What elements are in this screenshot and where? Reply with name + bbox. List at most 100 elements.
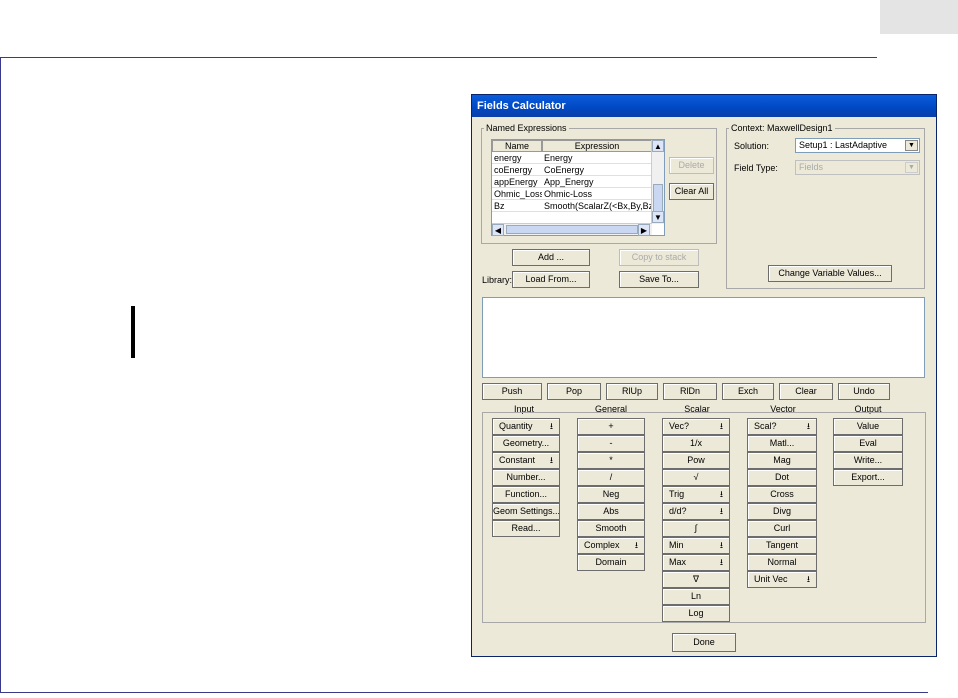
divide-button[interactable]: / (577, 469, 645, 486)
unit-vec-label: Unit Vec (754, 574, 788, 584)
vec-dropdown-button[interactable]: Vec? ⭳ (662, 418, 730, 435)
unit-vec-dropdown-button[interactable]: Unit Vec ⭳ (747, 571, 817, 588)
domain-button[interactable]: Domain (577, 554, 645, 571)
add-button[interactable]: Add ... (512, 249, 590, 266)
table-row[interactable]: Ohmic_Loss Ohmic-Loss (492, 188, 652, 200)
field-type-label: Field Type: (734, 163, 778, 173)
tangent-button[interactable]: Tangent (747, 537, 817, 554)
clear-button[interactable]: Clear (779, 383, 833, 400)
matl-button[interactable]: Matl... (747, 435, 817, 452)
write-button[interactable]: Write... (833, 452, 903, 469)
context-legend: Context: MaxwellDesign1 (731, 123, 833, 133)
read-button[interactable]: Read... (492, 520, 560, 537)
ln-button[interactable]: Ln (662, 588, 730, 605)
trig-dropdown-button[interactable]: Trig ⭳ (662, 486, 730, 503)
cross-button[interactable]: Cross (747, 486, 817, 503)
abs-button[interactable]: Abs (577, 503, 645, 520)
dot-button[interactable]: Dot (747, 469, 817, 486)
value-button[interactable]: Value (833, 418, 903, 435)
named-expressions-table[interactable]: Name Expression energy Energy coEnergy C… (491, 139, 665, 236)
constant-label: Constant (499, 455, 536, 465)
function-button[interactable]: Function... (492, 486, 560, 503)
curl-button[interactable]: Curl (747, 520, 817, 537)
chevron-down-icon[interactable]: ▼ (905, 140, 918, 151)
trig-label: Trig (669, 489, 685, 499)
eval-button[interactable]: Eval (833, 435, 903, 452)
table-vertical-scrollbar[interactable]: ▲ ▼ (651, 140, 664, 224)
down-arrow-icon: ⭳ (634, 540, 638, 550)
field-type-select[interactable]: Fields ▼ (795, 160, 920, 175)
neg-button[interactable]: Neg (577, 486, 645, 503)
pow-button[interactable]: Pow (662, 452, 730, 469)
change-variable-values-button[interactable]: Change Variable Values... (768, 265, 892, 282)
text-cursor (131, 306, 135, 358)
exchange-button[interactable]: Exch (722, 383, 774, 400)
gradient-button[interactable]: ∇ (662, 571, 730, 588)
sqrt-button[interactable]: √ (662, 469, 730, 486)
scroll-up-icon[interactable]: ▲ (652, 140, 664, 152)
save-to-button[interactable]: Save To... (619, 271, 699, 288)
library-label: Library: (482, 275, 513, 285)
max-dropdown-button[interactable]: Max ⭳ (662, 554, 730, 571)
row-expression: CoEnergy (544, 165, 585, 175)
chevron-down-icon[interactable]: ▼ (905, 162, 918, 173)
integral-button[interactable]: ∫ (662, 520, 730, 537)
scal-dropdown-button[interactable]: Scal? ⭳ (747, 418, 817, 435)
divg-button[interactable]: Divg (747, 503, 817, 520)
column-header-expression[interactable]: Expression (542, 140, 652, 152)
rolldown-button[interactable]: RlDn (663, 383, 717, 400)
normal-button[interactable]: Normal (747, 554, 817, 571)
down-arrow-icon: ⭳ (719, 489, 723, 499)
quantity-dropdown-button[interactable]: Quantity ⭳ (492, 418, 560, 435)
table-row[interactable]: coEnergy CoEnergy (492, 164, 652, 176)
scroll-down-icon[interactable]: ▼ (652, 211, 664, 223)
reciprocal-button[interactable]: 1/x (662, 435, 730, 452)
clear-all-button[interactable]: Clear All (669, 183, 714, 200)
down-arrow-icon: ⭳ (549, 455, 553, 465)
smooth-button[interactable]: Smooth (577, 520, 645, 537)
table-row[interactable]: appEnergy App_Energy (492, 176, 652, 188)
table-row[interactable]: Bz Smooth(ScalarZ(<Bx,By,Bz>)) (492, 200, 652, 212)
number-button[interactable]: Number... (492, 469, 560, 486)
scroll-right-icon[interactable]: ▶ (638, 224, 650, 236)
scroll-thumb[interactable] (653, 184, 663, 212)
push-button[interactable]: Push (482, 383, 542, 400)
dialog-titlebar[interactable]: Fields Calculator (472, 95, 936, 117)
fields-calculator-dialog: Fields Calculator Named Expressions Name… (471, 94, 937, 657)
load-from-button[interactable]: Load From... (512, 271, 590, 288)
column-header-name[interactable]: Name (492, 140, 542, 152)
plus-button[interactable]: + (577, 418, 645, 435)
constant-dropdown-button[interactable]: Constant ⭳ (492, 452, 560, 469)
calculator-stack-display[interactable] (482, 297, 925, 378)
multiply-button[interactable]: * (577, 452, 645, 469)
done-button[interactable]: Done (672, 633, 736, 652)
derivative-dropdown-button[interactable]: d/d? ⭳ (662, 503, 730, 520)
row-name: Ohmic_Loss (494, 189, 542, 199)
minus-button[interactable]: - (577, 435, 645, 452)
mag-button[interactable]: Mag (747, 452, 817, 469)
copy-to-stack-button[interactable]: Copy to stack (619, 249, 699, 266)
geometry-button[interactable]: Geometry... (492, 435, 560, 452)
field-type-value: Fields (799, 162, 824, 172)
log-button[interactable]: Log (662, 605, 730, 622)
pop-button[interactable]: Pop (547, 383, 601, 400)
export-button[interactable]: Export... (833, 469, 903, 486)
solution-value: Setup1 : LastAdaptive (799, 140, 888, 150)
rollup-button[interactable]: RlUp (606, 383, 658, 400)
table-horizontal-scrollbar[interactable]: ◀ ▶ (492, 223, 652, 236)
undo-button[interactable]: Undo (838, 383, 890, 400)
geom-settings-button[interactable]: Geom Settings... (492, 503, 560, 520)
down-arrow-icon: ⭳ (719, 506, 723, 516)
down-arrow-icon: ⭳ (719, 421, 723, 431)
scroll-left-icon[interactable]: ◀ (492, 224, 504, 236)
slide-top-rule (0, 57, 877, 58)
solution-select[interactable]: Setup1 : LastAdaptive ▼ (795, 138, 920, 153)
min-dropdown-button[interactable]: Min ⭳ (662, 537, 730, 554)
scroll-thumb[interactable] (506, 225, 638, 234)
row-name: energy (494, 153, 522, 163)
table-row[interactable]: energy Energy (492, 152, 652, 164)
slide-left-rule (0, 57, 1, 693)
complex-dropdown-button[interactable]: Complex ⭳ (577, 537, 645, 554)
delete-button[interactable]: Delete (669, 157, 714, 174)
dialog-title: Fields Calculator (477, 100, 566, 112)
